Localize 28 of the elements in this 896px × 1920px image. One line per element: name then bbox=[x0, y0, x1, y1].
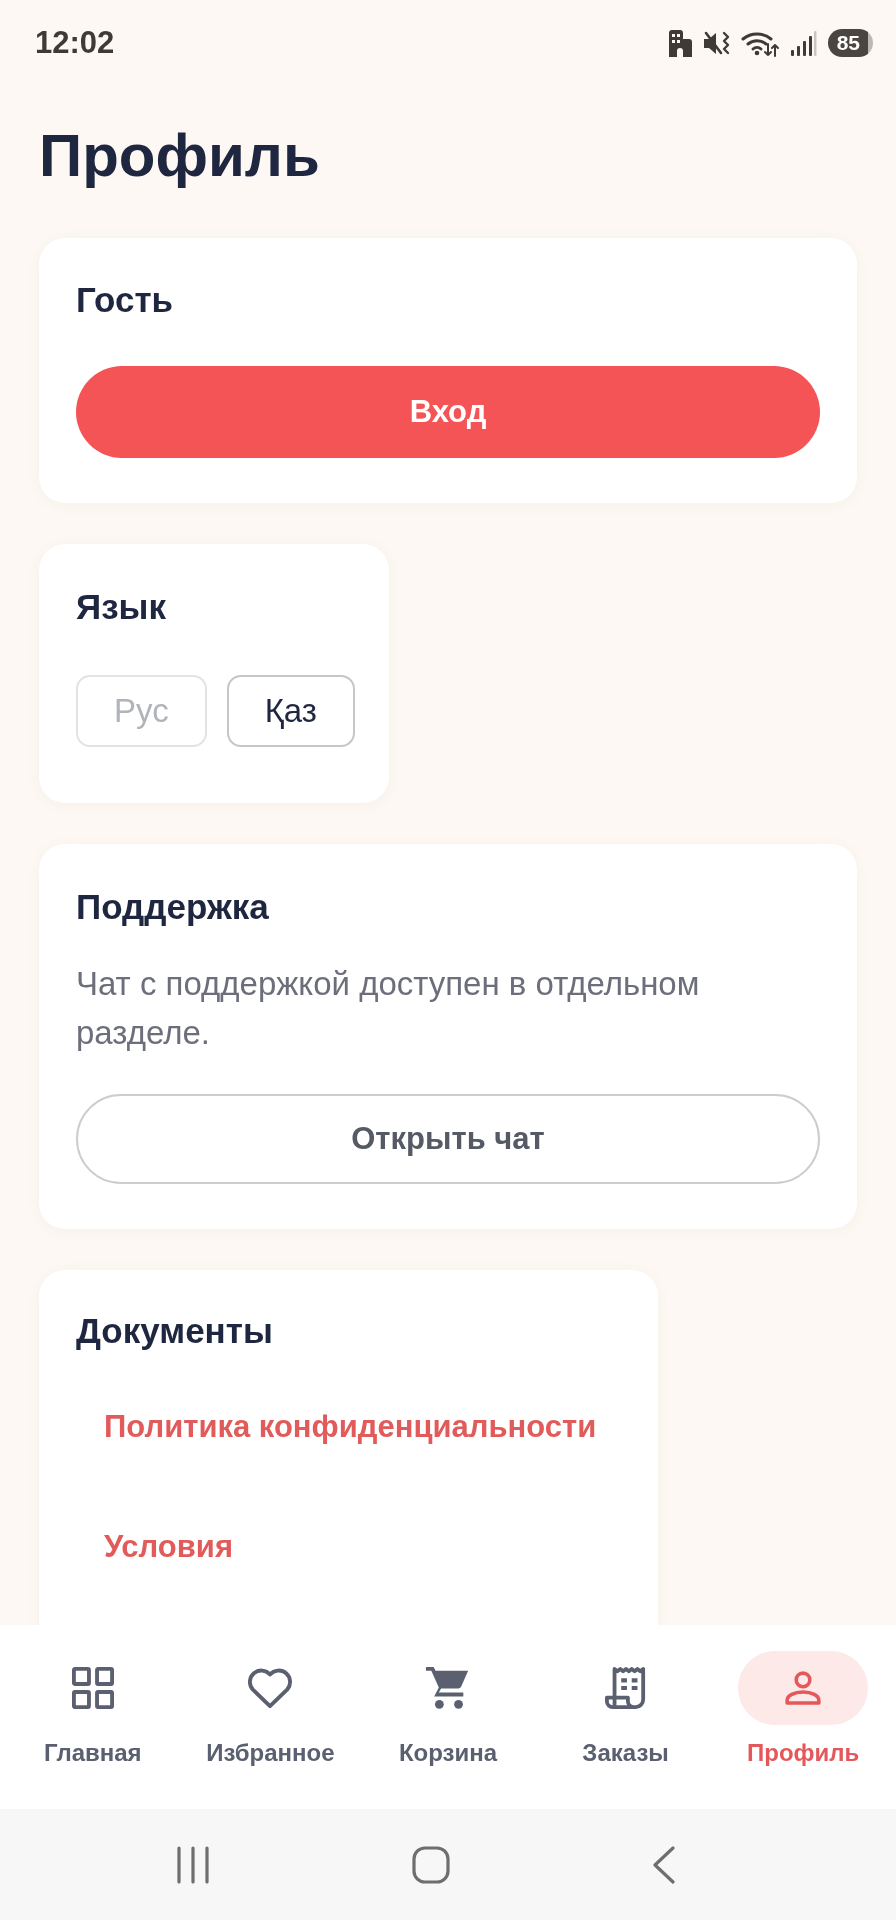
card-title: Язык bbox=[76, 587, 167, 627]
nav-tab[interactable]: Заказы bbox=[536, 1625, 715, 1809]
status-time: 12:02 bbox=[35, 25, 115, 61]
grid-icon bbox=[71, 1667, 114, 1709]
home-icon[interactable] bbox=[412, 1845, 450, 1884]
battery-level: 85 bbox=[827, 29, 873, 57]
heart-icon bbox=[247, 1667, 294, 1709]
card-title: Документы bbox=[76, 1311, 274, 1351]
card-title: Гость bbox=[76, 280, 175, 320]
signal-icon bbox=[789, 29, 817, 57]
mute-vibrate-icon bbox=[702, 29, 730, 57]
recent-apps-icon[interactable] bbox=[176, 1845, 210, 1884]
nav-tab[interactable]: Корзина bbox=[359, 1625, 537, 1809]
nav-tab[interactable]: Профиль bbox=[714, 1625, 892, 1809]
card-title: Поддержка bbox=[76, 887, 270, 927]
support-text: Чат с поддержкой доступен в отдельном разделе. bbox=[76, 964, 701, 1053]
cart-icon bbox=[425, 1665, 471, 1711]
nav-tab[interactable]: Избранное bbox=[181, 1625, 360, 1809]
document-link[interactable]: Условия bbox=[76, 1487, 261, 1607]
building-icon bbox=[666, 29, 692, 57]
back-icon[interactable] bbox=[652, 1845, 676, 1884]
language-button[interactable]: Қаз bbox=[226, 675, 355, 747]
receipt-icon bbox=[604, 1665, 647, 1711]
open-chat-button[interactable]: Открыть чат bbox=[76, 1094, 820, 1184]
page-title: Профиль bbox=[39, 121, 321, 191]
nav-tab[interactable]: Главная bbox=[4, 1625, 182, 1809]
document-link[interactable]: Политика конфиденциальности bbox=[76, 1367, 625, 1487]
login-button[interactable]: Вход bbox=[76, 366, 820, 458]
